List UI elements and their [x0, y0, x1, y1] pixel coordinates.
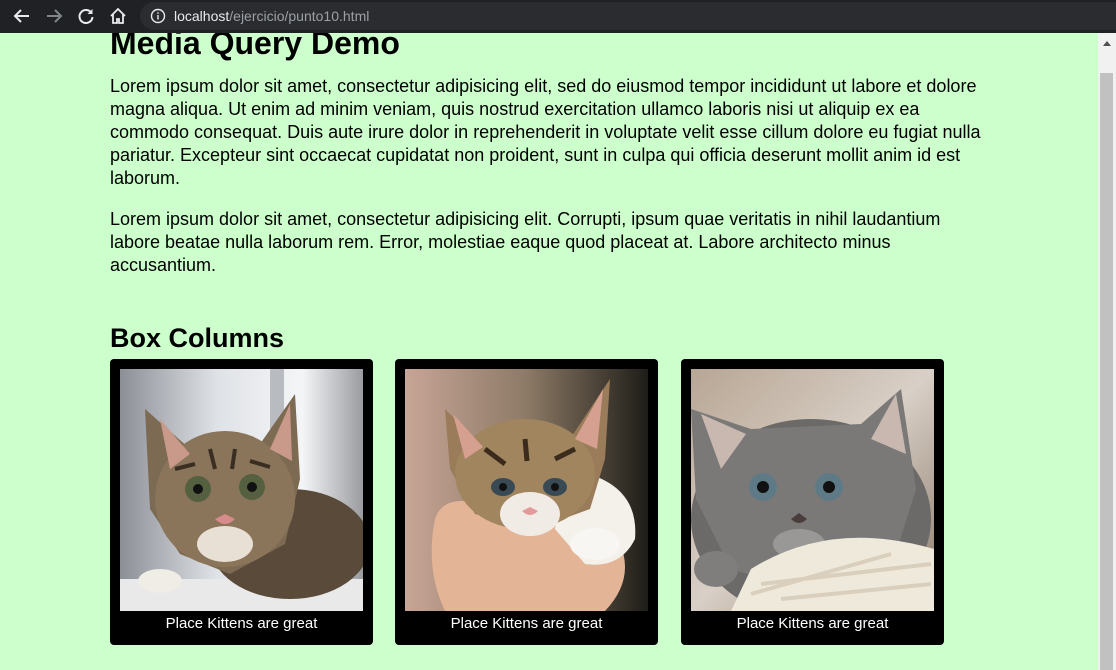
url-host: localhost [174, 8, 230, 24]
browser-toolbar: localhost/ejercicio/punto10.html [0, 0, 1116, 33]
kitten-caption: Place Kittens are great [450, 615, 603, 632]
box-columns: Place Kittens are great Place Kittens ar… [110, 359, 990, 659]
scrollbar-thumb[interactable] [1100, 73, 1113, 670]
kitten-photo [120, 369, 363, 611]
kitten-box: Place Kittens are great [110, 359, 373, 645]
page-title: Media Query Demo [110, 33, 400, 61]
kitten-box: Place Kittens are great [681, 359, 944, 645]
url-path: /ejercicio/punto10.html [229, 8, 370, 24]
kitten-box: Place Kittens are great [395, 359, 658, 645]
url-text: localhost/ejercicio/punto10.html [174, 8, 369, 24]
forward-arrow-icon[interactable] [42, 4, 66, 28]
page-viewport: Media Query Demo Lorem ipsum dolor sit a… [0, 33, 1098, 670]
vertical-scrollbar[interactable] [1098, 33, 1116, 670]
section-title: Box Columns [110, 323, 285, 353]
kitten-caption: Place Kittens are great [736, 615, 889, 632]
intro-paragraph: Lorem ipsum dolor sit amet, consectetur … [110, 76, 981, 188]
scroll-up-arrow-icon[interactable] [1098, 33, 1116, 53]
back-arrow-icon[interactable] [10, 4, 34, 28]
kitten-photo [691, 369, 934, 611]
address-bar[interactable]: localhost/ejercicio/punto10.html [140, 2, 1116, 30]
home-icon[interactable] [106, 4, 130, 28]
kitten-caption: Place Kittens are great [165, 615, 318, 632]
kitten-photo [405, 369, 648, 611]
reload-icon[interactable] [74, 4, 98, 28]
second-paragraph: Lorem ipsum dolor sit amet, consectetur … [110, 209, 941, 275]
page-content: Media Query Demo Lorem ipsum dolor sit a… [110, 33, 990, 659]
info-icon[interactable] [150, 8, 166, 24]
